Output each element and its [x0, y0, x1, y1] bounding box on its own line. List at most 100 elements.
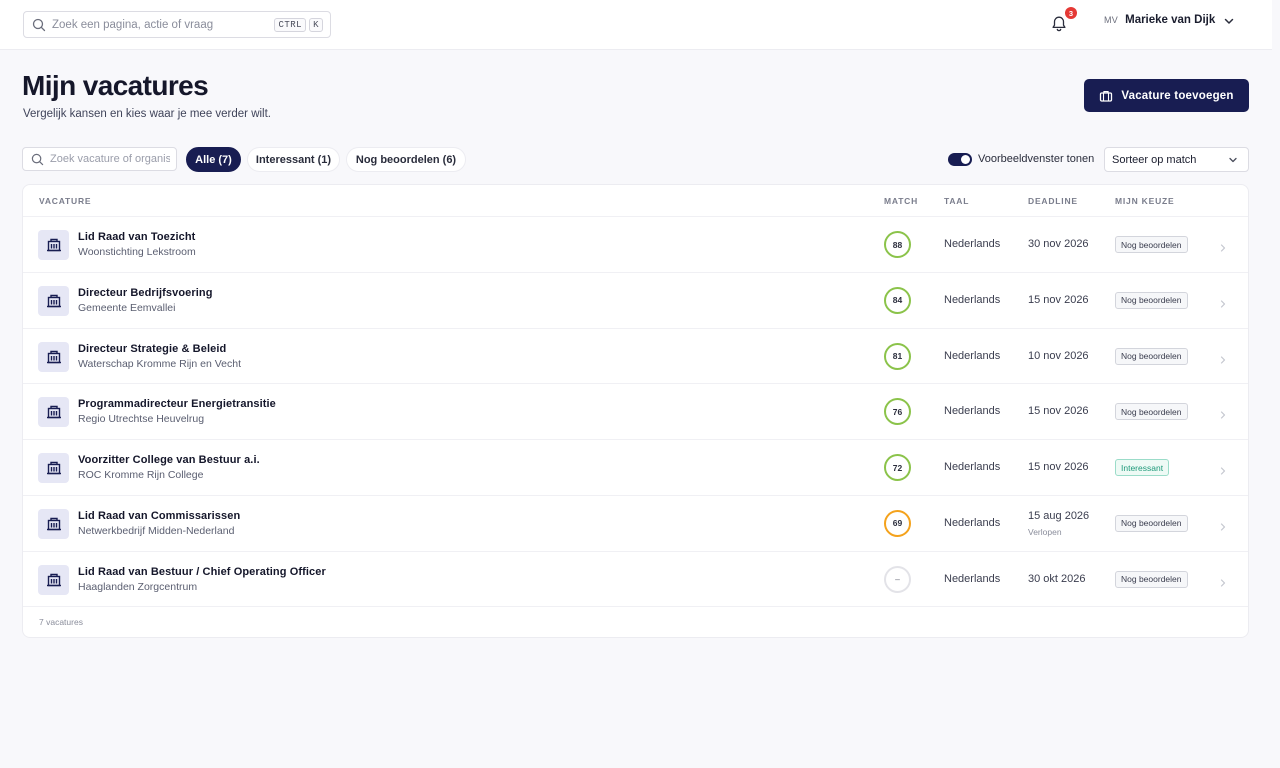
table-row[interactable]: Lid Raad van Bestuur / Chief Operating O… — [23, 550, 1248, 607]
vacancy-deadline: 15 nov 2026 — [1028, 405, 1089, 418]
vacancy-search-input[interactable] — [50, 153, 170, 165]
column-header-vacancy[interactable]: VACATURE — [39, 196, 91, 206]
match-score: 88 — [884, 231, 911, 258]
vacancy-title[interactable]: Lid Raad van Bestuur / Chief Operating O… — [78, 566, 326, 578]
column-header-my-choice[interactable]: MIJN KEUZE — [1115, 196, 1174, 206]
shortcut-ctrl-key: CTRL — [274, 17, 307, 32]
match-score: 76 — [884, 398, 911, 426]
my-choice-badge[interactable]: Nog beoordelen — [1115, 403, 1188, 421]
building-icon — [38, 453, 69, 484]
chevron-down-icon — [1223, 14, 1235, 26]
filter-chip-all[interactable]: Alle (7) — [186, 147, 241, 172]
vacancy-search-field[interactable] — [22, 147, 177, 171]
match-score: – — [884, 565, 911, 593]
chevron-right-icon[interactable] — [1219, 296, 1227, 308]
vacancy-title[interactable]: Voorzitter College van Bestuur a.i. — [78, 454, 260, 466]
vacancy-title[interactable]: Lid Raad van Toezicht — [78, 231, 195, 243]
vacancy-organization: Haaglanden Zorgcentrum — [78, 580, 198, 593]
add-vacancy-label: Vacature toevoegen — [1121, 89, 1234, 102]
building-icon — [38, 508, 69, 539]
table-row[interactable]: Programmadirecteur Energietransitie Regi… — [23, 383, 1248, 439]
chevron-right-icon[interactable] — [1219, 463, 1227, 475]
preview-toggle[interactable] — [948, 153, 972, 166]
column-header-deadline[interactable]: DEADLINE — [1028, 196, 1078, 206]
chevron-right-icon[interactable] — [1219, 352, 1227, 364]
building-icon — [38, 564, 69, 595]
match-score: 81 — [884, 342, 911, 370]
my-choice-badge[interactable]: Nog beoordelen — [1115, 291, 1188, 309]
search-icon — [32, 18, 46, 32]
vacancy-deadline: 15 nov 2026 — [1028, 461, 1089, 474]
bell-icon[interactable] — [1050, 15, 1068, 33]
filter-chip-to-review[interactable]: Nog beoordelen (6) — [346, 147, 466, 172]
page-title: Mijn vacatures — [22, 70, 209, 101]
top-bar: Zoek een pagina, actie of vraag CTRL K 3… — [0, 0, 1272, 50]
table-row[interactable]: Lid Raad van Toezicht Woonstichting Leks… — [23, 216, 1248, 272]
vacancy-count: 7 vacatures — [39, 617, 83, 627]
briefcase-icon — [1099, 89, 1113, 103]
vacancy-organization: Netwerkbedrijf Midden-Nederland — [78, 524, 235, 537]
my-choice-badge[interactable]: Nog beoordelen — [1115, 347, 1188, 365]
vacancy-organization: Waterschap Kromme Rijn en Vecht — [78, 357, 242, 370]
toggle-knob — [961, 155, 970, 164]
building-icon — [38, 230, 69, 260]
column-header-match[interactable]: MATCH — [884, 196, 918, 206]
user-menu[interactable]: MV Marieke van Dijk — [1104, 14, 1235, 26]
vacancy-title[interactable]: Programmadirecteur Energietransitie — [78, 398, 276, 410]
vacancy-organization: Gemeente Eemvallei — [78, 301, 176, 314]
vacancy-language: Nederlands — [944, 516, 1001, 529]
vacancy-language: Nederlands — [944, 349, 1001, 362]
match-score: 69 — [884, 509, 911, 537]
search-icon — [31, 153, 44, 166]
vacancy-language: Nederlands — [944, 293, 1001, 306]
filter-chip-interesting[interactable]: Interessant (1) — [247, 147, 340, 172]
vacancy-organization: ROC Kromme Rijn College — [78, 469, 204, 482]
vacancy-deadline: 10 nov 2026 — [1028, 349, 1089, 362]
vacancy-deadline: 15 nov 2026 — [1028, 293, 1089, 306]
table-row[interactable]: Voorzitter College van Bestuur a.i. ROC … — [23, 439, 1248, 495]
vacancy-language: Nederlands — [944, 461, 1001, 474]
add-vacancy-button[interactable]: Vacature toevoegen — [1084, 79, 1249, 112]
vacancy-language: Nederlands — [944, 572, 1001, 585]
user-name: Marieke van Dijk — [1125, 14, 1216, 26]
sort-select-value: Sorteer op match — [1112, 153, 1197, 166]
vacancy-title[interactable]: Lid Raad van Commissarissen — [78, 510, 240, 522]
match-score: 84 — [884, 286, 911, 314]
preview-toggle-label: Voorbeeldvenster tonen — [978, 153, 1095, 165]
column-header-language[interactable]: TAAL — [944, 196, 969, 206]
table-row[interactable]: Directeur Strategie & Beleid Waterschap … — [23, 327, 1248, 384]
shortcut-k-key: K — [309, 17, 323, 32]
building-icon — [38, 285, 69, 316]
vacancy-title[interactable]: Directeur Strategie & Beleid — [78, 343, 226, 355]
chevron-right-icon[interactable] — [1219, 519, 1227, 531]
avatar: MV — [1104, 15, 1119, 25]
chevron-right-icon[interactable] — [1219, 407, 1227, 419]
match-score: 72 — [884, 454, 911, 482]
vacancy-organization: Regio Utrechtse Heuvelrug — [78, 413, 205, 426]
my-choice-badge[interactable]: Nog beoordelen — [1115, 236, 1188, 253]
table-body: Lid Raad van Toezicht Woonstichting Leks… — [23, 216, 1248, 607]
building-icon — [38, 397, 69, 428]
vacancy-title[interactable]: Directeur Bedrijfsvoering — [78, 287, 213, 299]
vacancy-language: Nederlands — [944, 238, 1001, 250]
chevron-right-icon[interactable] — [1219, 575, 1227, 587]
vacancy-deadline: 30 nov 2026 — [1028, 238, 1089, 250]
page-subtitle: Vergelijk kansen en kies waar je mee ver… — [23, 108, 272, 120]
chevron-right-icon[interactable] — [1219, 240, 1227, 252]
building-icon — [38, 341, 69, 372]
vacancy-deadline: 15 aug 2026 — [1028, 509, 1090, 522]
notification-count-badge: 3 — [1065, 7, 1077, 19]
my-choice-badge[interactable]: Interessant — [1115, 459, 1170, 477]
table-row[interactable]: Lid Raad van Commissarissen Netwerkbedri… — [23, 494, 1248, 551]
global-search-placeholder: Zoek een pagina, actie of vraag — [52, 18, 214, 31]
my-choice-badge[interactable]: Nog beoordelen — [1115, 514, 1188, 532]
vacancy-deadline: 30 okt 2026 — [1028, 572, 1086, 585]
chevron-down-icon — [1228, 155, 1238, 165]
sort-select[interactable]: Sorteer op match — [1104, 147, 1249, 172]
table-row[interactable]: Directeur Bedrijfsvoering Gemeente Eemva… — [23, 271, 1248, 328]
global-search-input[interactable]: Zoek een pagina, actie of vraag CTRL K — [23, 11, 331, 38]
my-choice-badge[interactable]: Nog beoordelen — [1115, 570, 1188, 588]
vacancies-table: VACATURE MATCH TAAL DEADLINE MIJN KEUZE … — [22, 184, 1249, 638]
vacancy-language: Nederlands — [944, 405, 1001, 418]
deadline-note: Verlopen — [1028, 526, 1062, 537]
